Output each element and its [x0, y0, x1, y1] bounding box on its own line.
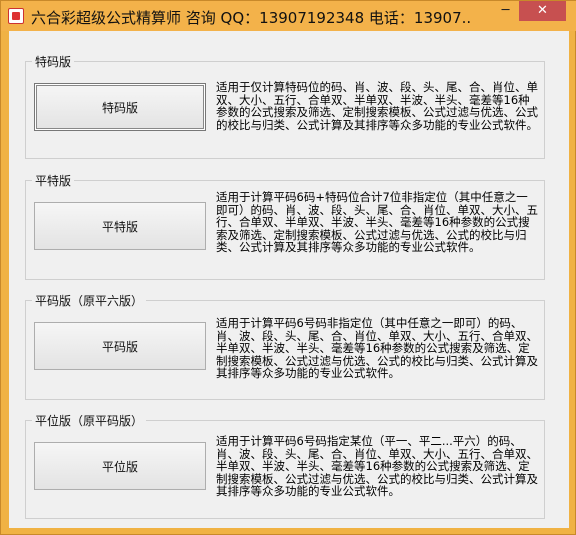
group-label: 平码版（原平六版）	[32, 292, 147, 309]
main-panel: 特码版 特码版 适用于仅计算特码位的码、肖、波、段、头、尾、合、肖位、单双、大小…	[9, 31, 569, 528]
group-description: 适用于计算平码6码+特码位合计7位非指定位（其中任意之一即可）的码、肖、波、段、…	[216, 190, 538, 254]
pingma-button[interactable]: 平码版	[34, 322, 206, 370]
window-title: 六合彩超级公式精算师 咨询 QQ：13907192348 电话：13907...	[31, 9, 471, 27]
group-description: 适用于仅计算特码位的码、肖、波、段、头、尾、合、肖位、单双、大小、五行、合单双、…	[216, 80, 538, 132]
app-icon	[8, 8, 24, 24]
title-bar[interactable]: 六合彩超级公式精算师 咨询 QQ：13907192348 电话：13907...…	[1, 1, 576, 31]
group-pingwei: 平位版（原平码版） 平位版 适用于计算平码6号码指定某位（平一、平二...平六）…	[25, 412, 545, 519]
group-label: 平特版	[32, 172, 75, 189]
group-tema: 特码版 特码版 适用于仅计算特码位的码、肖、波、段、头、尾、合、肖位、单双、大小…	[25, 53, 545, 159]
group-label: 平位版（原平码版）	[32, 412, 147, 429]
group-pingte: 平特版 平特版 适用于计算平码6码+特码位合计7位非指定位（其中任意之一即可）的…	[25, 172, 545, 280]
close-button[interactable]: ✕	[519, 1, 566, 21]
group-description: 适用于计算平码6号码指定某位（平一、平二...平六）的码、肖、波、段、头、尾、合…	[216, 434, 538, 498]
group-pingma: 平码版（原平六版） 平码版 适用于计算平码6号码非指定位（其中任意之一即可）的码…	[25, 292, 545, 400]
minimize-button[interactable]: ─	[492, 1, 519, 21]
pingte-button[interactable]: 平特版	[34, 202, 206, 250]
pingwei-button[interactable]: 平位版	[34, 442, 206, 490]
group-label: 特码版	[32, 53, 75, 70]
group-description: 适用于计算平码6号码非指定位（其中任意之一即可）的码、肖、波、段、头、尾、合、肖…	[216, 316, 538, 380]
tema-button[interactable]: 特码版	[34, 83, 206, 131]
app-window: 六合彩超级公式精算师 咨询 QQ：13907192348 电话：13907...…	[0, 0, 576, 535]
